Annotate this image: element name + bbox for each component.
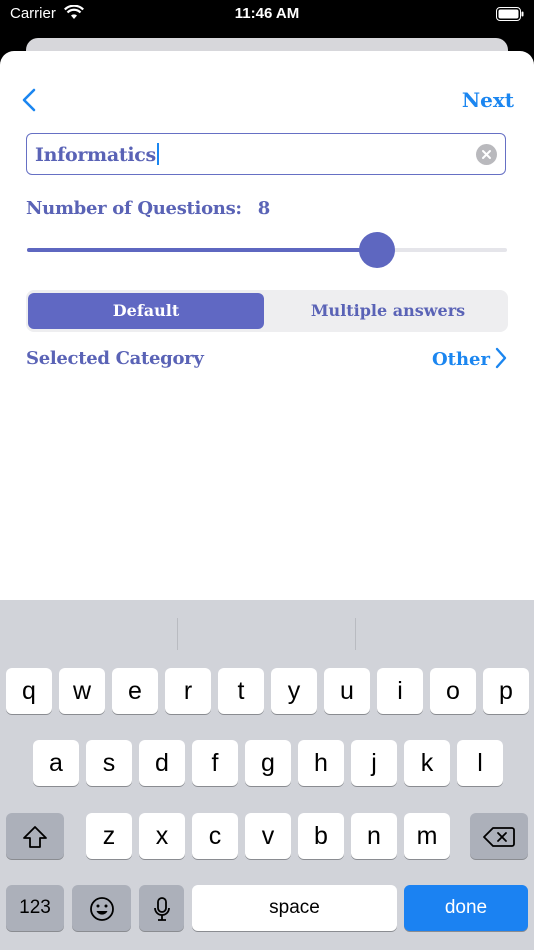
key-i[interactable]: i xyxy=(377,668,423,714)
search-value: Informatics xyxy=(35,144,156,166)
mode-segmented-control: Default Multiple answers xyxy=(26,290,508,332)
status-bar: Carrier 11:46 AM xyxy=(0,0,534,30)
key-w[interactable]: w xyxy=(59,668,105,714)
key-y[interactable]: y xyxy=(271,668,317,714)
key-u[interactable]: u xyxy=(324,668,370,714)
key-x[interactable]: x xyxy=(139,813,185,859)
questions-label: Number of Questions: 8 xyxy=(26,198,270,219)
category-value: Other xyxy=(431,349,490,370)
key-a[interactable]: a xyxy=(33,740,79,786)
dictation-key[interactable] xyxy=(139,885,184,931)
space-key[interactable]: space xyxy=(192,885,397,931)
next-button[interactable]: Next xyxy=(462,88,514,112)
chevron-right-icon xyxy=(495,347,507,369)
key-p[interactable]: p xyxy=(483,668,529,714)
key-r[interactable]: r xyxy=(165,668,211,714)
chevron-left-icon xyxy=(22,88,36,112)
key-d[interactable]: d xyxy=(139,740,185,786)
done-key[interactable]: done xyxy=(404,885,528,931)
suggestion-divider xyxy=(355,618,356,650)
shift-key[interactable] xyxy=(6,813,64,859)
selected-category-label: Selected Category xyxy=(26,348,204,369)
key-q[interactable]: q xyxy=(6,668,52,714)
numbers-key[interactable]: 123 xyxy=(6,885,64,931)
shift-icon xyxy=(23,826,47,849)
key-s[interactable]: s xyxy=(86,740,132,786)
questions-count: 8 xyxy=(257,198,271,219)
close-icon xyxy=(482,150,491,159)
questions-slider[interactable] xyxy=(27,232,507,268)
backspace-icon xyxy=(483,827,515,848)
segment-default[interactable]: Default xyxy=(28,293,264,329)
emoji-key[interactable] xyxy=(72,885,131,931)
clock: 11:46 AM xyxy=(234,5,300,22)
key-k[interactable]: k xyxy=(404,740,450,786)
delete-key[interactable] xyxy=(470,813,528,859)
segment-multiple-answers[interactable]: Multiple answers xyxy=(270,293,506,329)
key-h[interactable]: h xyxy=(298,740,344,786)
category-search-input[interactable]: Informatics xyxy=(26,133,506,175)
clear-text-button[interactable] xyxy=(476,144,497,165)
key-l[interactable]: l xyxy=(457,740,503,786)
suggestion-divider xyxy=(177,618,178,650)
key-m[interactable]: m xyxy=(404,813,450,859)
keyboard: q w e r t y u i o p a s d f g h j k l z … xyxy=(0,600,534,950)
slider-fill xyxy=(27,248,378,252)
text-caret xyxy=(156,143,159,165)
back-button[interactable] xyxy=(16,84,46,116)
key-n[interactable]: n xyxy=(351,813,397,859)
category-selector[interactable]: Other xyxy=(432,346,508,370)
key-j[interactable]: j xyxy=(351,740,397,786)
key-z[interactable]: z xyxy=(86,813,132,859)
key-e[interactable]: e xyxy=(112,668,158,714)
emoji-icon xyxy=(89,897,114,922)
key-c[interactable]: c xyxy=(192,813,238,859)
key-o[interactable]: o xyxy=(430,668,476,714)
key-v[interactable]: v xyxy=(245,813,291,859)
key-t[interactable]: t xyxy=(218,668,264,714)
key-g[interactable]: g xyxy=(245,740,291,786)
search-value-wrap: Informatics xyxy=(35,143,159,166)
questions-label-text: Number of Questions: xyxy=(26,198,242,219)
microphone-icon xyxy=(153,897,170,922)
key-b[interactable]: b xyxy=(298,813,344,859)
key-f[interactable]: f xyxy=(192,740,238,786)
battery-icon xyxy=(496,7,524,26)
